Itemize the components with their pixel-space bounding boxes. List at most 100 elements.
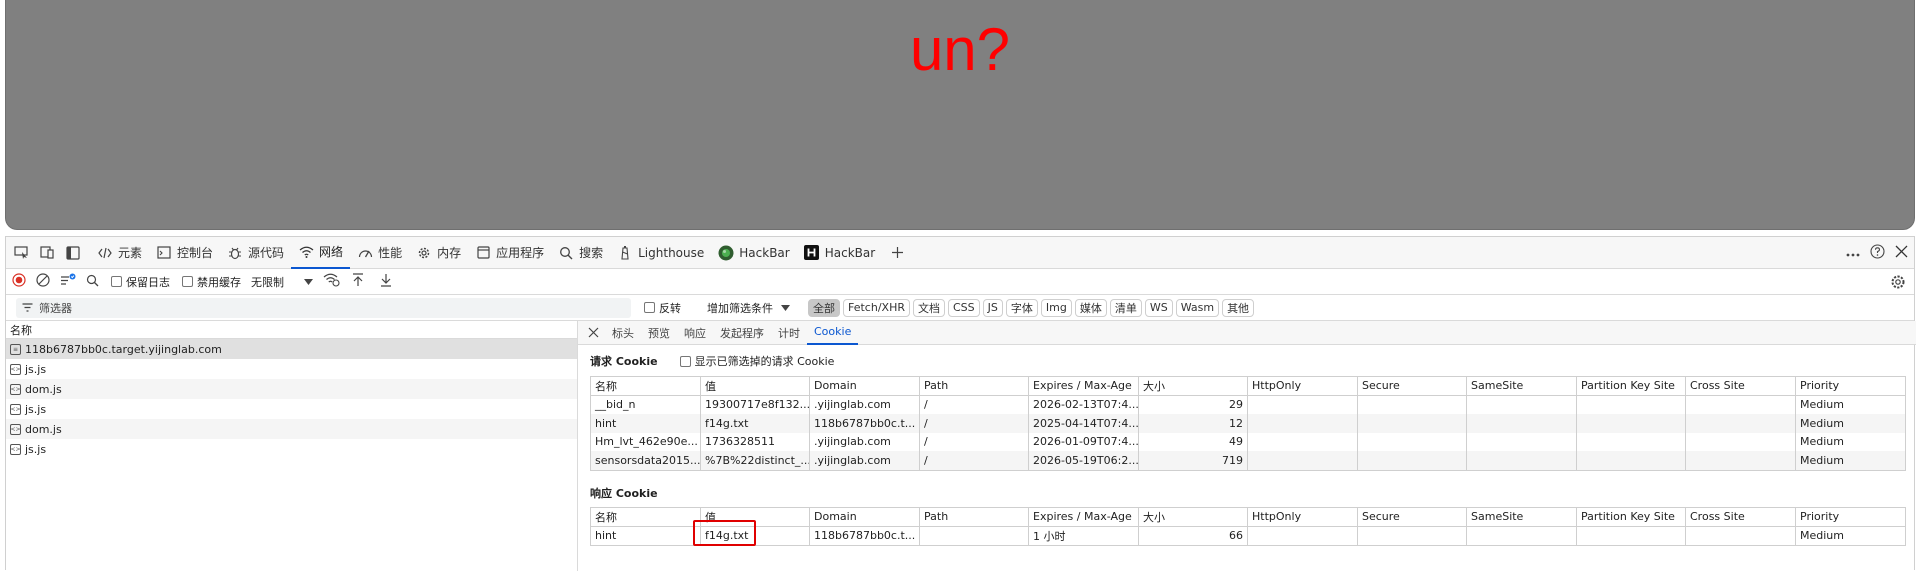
- cookie-expires: 2026-02-13T07:4...: [1029, 395, 1139, 414]
- tab-performance[interactable]: 性能: [350, 237, 409, 269]
- tab-hackbar-2[interactable]: HackBar: [797, 237, 882, 269]
- disable-cache-checkbox[interactable]: 禁用缓存: [182, 274, 241, 290]
- network-settings-gear-icon[interactable]: [1890, 274, 1906, 293]
- preserve-log-checkbox[interactable]: 保留日志: [111, 274, 170, 290]
- type-filter-css[interactable]: CSS: [947, 298, 980, 317]
- type-filter-other[interactable]: 其他: [1222, 298, 1255, 317]
- table-row[interactable]: __bid_n 19300717e8f132... .yijinglab.com…: [591, 395, 1905, 414]
- column-header[interactable]: Priority: [1796, 508, 1905, 526]
- tab-cookies[interactable]: Cookie: [807, 321, 859, 345]
- type-filter-js[interactable]: JS: [982, 298, 1003, 317]
- preserve-log-label: 保留日志: [126, 275, 170, 289]
- tab-lighthouse[interactable]: Lighthouse: [610, 237, 711, 269]
- tab-search[interactable]: 搜索: [551, 237, 610, 269]
- type-filter-fetch-xhr[interactable]: Fetch/XHR: [843, 298, 910, 317]
- column-header[interactable]: SameSite: [1467, 508, 1577, 526]
- column-header[interactable]: 名称: [591, 508, 701, 526]
- type-filter-wasm[interactable]: Wasm: [1175, 298, 1220, 317]
- gauge-icon: [357, 245, 373, 261]
- type-filter-font[interactable]: 字体: [1005, 298, 1038, 317]
- column-header[interactable]: Partition Key Site: [1577, 508, 1686, 526]
- throttling-value: 无限制: [251, 275, 284, 289]
- request-row[interactable]: <> dom.js: [6, 379, 577, 399]
- cookie-value: 19300717e8f132...: [701, 395, 810, 414]
- request-row[interactable]: <> js.js: [6, 359, 577, 379]
- request-row[interactable]: <> js.js: [6, 439, 577, 459]
- import-har-icon[interactable]: [352, 273, 364, 290]
- request-row[interactable]: <> dom.js: [6, 419, 577, 439]
- column-header[interactable]: 名称: [591, 377, 701, 395]
- type-filter-ws[interactable]: WS: [1144, 298, 1173, 317]
- tab-timing[interactable]: 计时: [771, 321, 807, 345]
- type-filter-media[interactable]: 媒体: [1074, 298, 1107, 317]
- request-name: 118b6787bb0c.target.yijinglab.com: [25, 342, 222, 356]
- tab-memory[interactable]: 内存: [409, 237, 468, 269]
- column-header[interactable]: HttpOnly: [1248, 508, 1358, 526]
- inspect-icon[interactable]: [10, 242, 32, 264]
- type-filter-manifest[interactable]: 清单: [1109, 298, 1142, 317]
- close-devtools-icon[interactable]: [1895, 245, 1908, 261]
- column-header[interactable]: Partition Key Site: [1577, 377, 1686, 395]
- request-row[interactable]: ≡ 118b6787bb0c.target.yijinglab.com: [6, 339, 577, 359]
- request-list-header[interactable]: 名称: [6, 321, 577, 339]
- column-header[interactable]: Path: [920, 508, 1029, 526]
- record-icon[interactable]: [12, 273, 26, 290]
- column-header[interactable]: Domain: [810, 508, 920, 526]
- tab-application[interactable]: 应用程序: [468, 237, 551, 269]
- column-header[interactable]: 值: [701, 377, 810, 395]
- tab-label: 源代码: [248, 246, 285, 260]
- column-header[interactable]: Expires / Max-Age: [1029, 377, 1139, 395]
- search-network-icon[interactable]: [86, 274, 99, 290]
- devtools-panel: 元素 控制台 源代码 网络 性能 内存 应用程序 搜索 Lighthouse H…: [5, 236, 1916, 571]
- tab-network[interactable]: 网络: [291, 237, 351, 269]
- checkbox-box: [182, 276, 193, 287]
- checkbox-box: [644, 302, 655, 313]
- wifi-icon: [298, 244, 314, 260]
- column-header[interactable]: Domain: [810, 377, 920, 395]
- column-header[interactable]: Path: [920, 377, 1029, 395]
- clear-icon[interactable]: [36, 273, 50, 290]
- help-icon[interactable]: [1870, 244, 1885, 262]
- add-tab-icon[interactable]: [886, 242, 908, 264]
- more-options-icon[interactable]: [1846, 246, 1860, 260]
- column-header[interactable]: Secure: [1358, 377, 1467, 395]
- tab-preview[interactable]: 预览: [641, 321, 677, 345]
- throttling-select[interactable]: 无限制: [251, 274, 313, 290]
- column-header[interactable]: Priority: [1796, 377, 1905, 395]
- table-row[interactable]: Hm_lvt_462e90e... 1736328511 .yijinglab.…: [591, 432, 1905, 451]
- column-header[interactable]: Cross Site: [1686, 377, 1796, 395]
- tab-initiator[interactable]: 发起程序: [713, 321, 771, 345]
- type-filter-doc[interactable]: 文档: [912, 298, 945, 317]
- dock-icon[interactable]: [62, 242, 84, 264]
- filter-input[interactable]: 筛选器: [16, 297, 631, 318]
- close-detail-icon[interactable]: [578, 327, 605, 338]
- request-row[interactable]: <> js.js: [6, 399, 577, 419]
- type-filter-img[interactable]: Img: [1040, 298, 1072, 317]
- invert-checkbox[interactable]: 反转: [644, 300, 681, 316]
- filter-settings-icon[interactable]: [60, 273, 76, 290]
- tab-response[interactable]: 响应: [677, 321, 713, 345]
- table-row[interactable]: sensorsdata2015... %7B%22distinct_... .y…: [591, 451, 1905, 470]
- more-filters-dropdown[interactable]: 增加筛选条件: [707, 300, 790, 316]
- column-header[interactable]: Expires / Max-Age: [1029, 508, 1139, 526]
- column-header[interactable]: Secure: [1358, 508, 1467, 526]
- network-conditions-icon[interactable]: [323, 273, 340, 290]
- column-header[interactable]: Cross Site: [1686, 508, 1796, 526]
- column-header[interactable]: SameSite: [1467, 377, 1577, 395]
- type-filter-all[interactable]: 全部: [808, 298, 840, 317]
- column-header[interactable]: 大小: [1139, 377, 1248, 395]
- column-header[interactable]: 大小: [1139, 508, 1248, 526]
- tab-elements[interactable]: 元素: [90, 237, 149, 269]
- table-row[interactable]: hint f14g.txt 118b6787bb0c.t... / 2025-0…: [591, 414, 1905, 433]
- cookie-partition-key: [1577, 526, 1686, 545]
- export-har-icon[interactable]: [380, 273, 392, 290]
- device-toolbar-icon[interactable]: [36, 242, 58, 264]
- column-header[interactable]: HttpOnly: [1248, 377, 1358, 395]
- table-row[interactable]: hint f14g.txt 118b6787bb0c.t... 1 小时 66 …: [591, 526, 1905, 545]
- tab-hackbar-1[interactable]: HackBar: [711, 237, 796, 269]
- show-filtered-cookies-checkbox[interactable]: 显示已筛选掉的请求 Cookie: [679, 353, 834, 369]
- cookie-httponly: [1248, 395, 1358, 414]
- tab-sources[interactable]: 源代码: [220, 237, 291, 269]
- tab-console[interactable]: 控制台: [149, 237, 220, 269]
- tab-headers[interactable]: 标头: [605, 321, 641, 345]
